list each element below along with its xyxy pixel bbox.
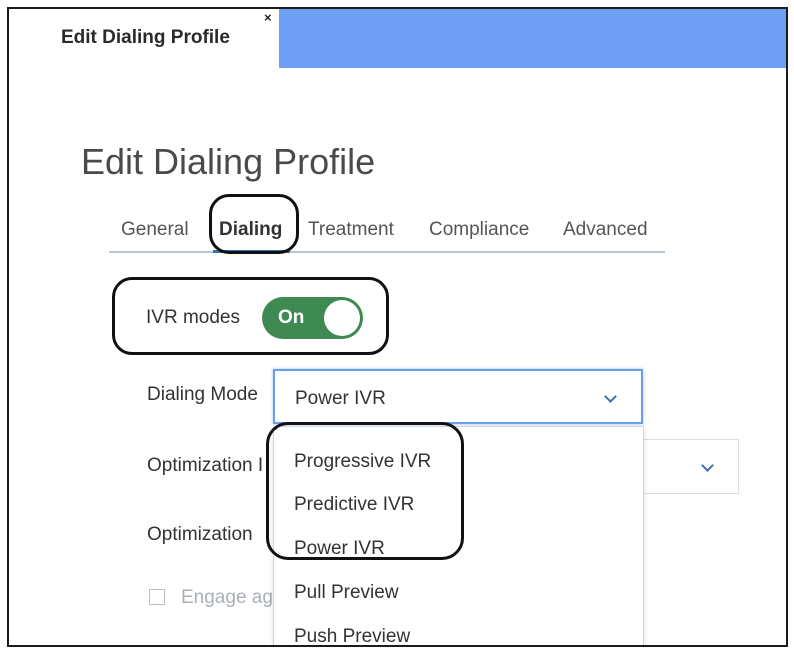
chevron-down-icon [701, 459, 714, 472]
tab-advanced[interactable]: Advanced [563, 219, 648, 241]
app-window: Edit Dialing Profile × Edit Dialing Prof… [7, 7, 788, 647]
engage-label: Engage ag [181, 587, 273, 608]
tab-compliance[interactable]: Compliance [429, 219, 529, 241]
engage-checkbox[interactable] [149, 589, 165, 605]
page-title: Edit Dialing Profile [81, 141, 376, 182]
toggle-on-text: On [278, 307, 305, 328]
option-pull-preview[interactable]: Pull Preview [294, 582, 399, 604]
tab-edit-dialing-profile[interactable]: Edit Dialing Profile × [9, 9, 277, 68]
tab-bar: Edit Dialing Profile × [9, 9, 786, 68]
subtab-bar: General Dialing Treatment Compliance Adv… [109, 215, 665, 253]
tab-dialing[interactable]: Dialing [212, 219, 291, 253]
tab-bar-fill [279, 9, 786, 68]
dialing-mode-select[interactable]: Power IVR [273, 369, 643, 424]
option-predictive-ivr[interactable]: Predictive IVR [294, 494, 414, 516]
toggle-knob [324, 300, 360, 336]
chevron-down-icon [604, 390, 617, 403]
tab-general[interactable]: General [121, 219, 189, 241]
option-progressive-ivr[interactable]: Progressive IVR [294, 451, 431, 473]
ivr-modes-toggle[interactable]: On [262, 297, 363, 339]
dialing-mode-value: Power IVR [295, 388, 386, 409]
tab-treatment[interactable]: Treatment [308, 219, 394, 241]
dialing-mode-label: Dialing Mode [147, 384, 258, 405]
ivr-modes-label: IVR modes [146, 307, 240, 328]
optimization-label-2: Optimization [147, 524, 253, 545]
optimization-label-1: Optimization I [147, 455, 264, 476]
option-power-ivr[interactable]: Power IVR [294, 538, 385, 560]
option-push-preview[interactable]: Push Preview [294, 626, 410, 645]
dialing-mode-dropdown: Progressive IVR Predictive IVR Power IVR… [273, 426, 644, 645]
close-icon[interactable]: × [264, 10, 272, 25]
tab-title: Edit Dialing Profile [61, 27, 230, 48]
